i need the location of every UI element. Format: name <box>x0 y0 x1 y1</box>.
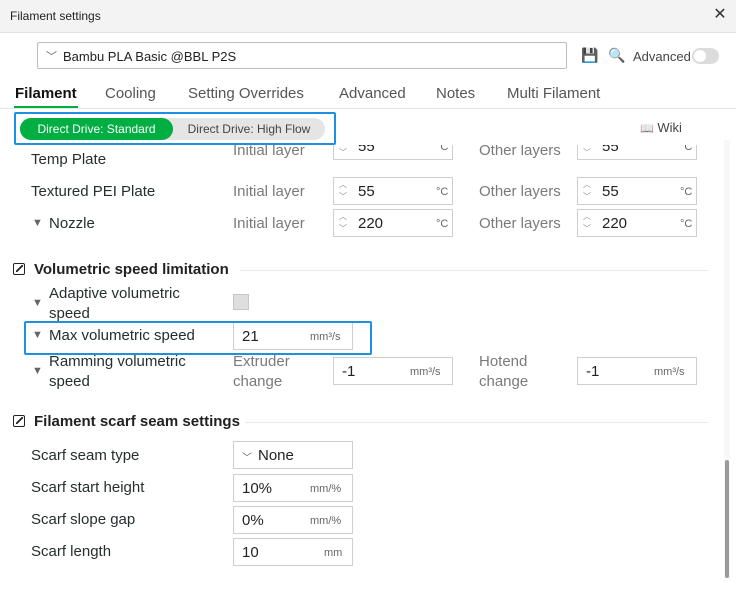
unit: °C <box>436 145 449 153</box>
temp-rows: Temp Plate Initial layer ﹀ 55 °C Other l… <box>0 145 720 240</box>
highlight-box-variant <box>14 112 336 145</box>
hotend-change-label-1: Hotend <box>479 353 528 370</box>
scrollbar-thumb[interactable] <box>725 460 729 578</box>
unit: mm/% <box>310 483 342 495</box>
toggle-knob <box>694 50 706 62</box>
nozzle-initial-input[interactable]: ︿ ﹀ 220 °C <box>333 209 453 237</box>
value: -1 <box>342 363 356 380</box>
spinner-icon: ︿ ﹀ <box>583 212 591 233</box>
nozzle-label: Nozzle <box>49 215 95 232</box>
scarf-seam-type-label: Scarf seam type <box>31 447 140 464</box>
preset-name: Bambu PLA Basic @BBL P2S <box>63 49 237 64</box>
tab-setting-overrides[interactable]: Setting Overrides <box>188 85 304 102</box>
temp-plate-label: Temp Plate <box>31 151 107 168</box>
unit: mm <box>324 547 343 559</box>
value: 55 <box>358 183 375 200</box>
advanced-label: Advanced <box>633 49 691 64</box>
scarf-start-height-input[interactable]: 10% mm/% <box>233 474 353 502</box>
tab-advanced[interactable]: Advanced <box>339 85 406 102</box>
scarf-length-input[interactable]: 10 mm <box>233 538 353 566</box>
value: 55 <box>602 183 619 200</box>
section-divider <box>245 422 708 423</box>
nozzle-other-input[interactable]: ︿ ﹀ 220 °C <box>577 209 697 237</box>
unit: °C <box>680 218 693 230</box>
unit: mm³/s <box>410 366 441 378</box>
adaptive-volumetric-label-1: Adaptive volumetric <box>49 285 180 302</box>
close-icon[interactable]: ✕ <box>710 5 730 25</box>
wiki-label: Wiki <box>657 120 682 135</box>
value: 220 <box>602 215 628 232</box>
tab-multi-filament[interactable]: Multi Filament <box>507 85 600 102</box>
spin-down-icon: ﹀ <box>339 148 347 157</box>
unit: °C <box>436 186 449 198</box>
advanced-toggle[interactable] <box>692 48 719 64</box>
temp-plate-other-input[interactable]: ﹀ 55 °C <box>577 145 697 160</box>
nozzle-icon: ▼ <box>32 365 43 377</box>
temp-plate-initial-input[interactable]: ﹀ 55 °C <box>333 145 453 160</box>
initial-layer-label: Initial layer <box>233 215 305 232</box>
scarf-seam-type-dropdown[interactable]: ﹀ None <box>233 441 353 469</box>
value: 220 <box>358 215 384 232</box>
value: None <box>258 447 294 464</box>
ramming-label-2: speed <box>49 373 90 390</box>
section-divider <box>240 270 708 271</box>
value: -1 <box>586 363 600 380</box>
spinner-icon: ︿ ﹀ <box>583 180 591 201</box>
spin-down-icon: ﹀ <box>583 148 591 157</box>
other-layers-label: Other layers <box>479 215 561 232</box>
scarf-slope-gap-input[interactable]: 0% mm/% <box>233 506 353 534</box>
nozzle-icon: ▼ <box>32 297 43 309</box>
initial-layer-label: Initial layer <box>233 183 305 200</box>
unit: mm/% <box>310 515 342 527</box>
chevron-down-icon: ﹀ <box>46 51 57 63</box>
spinner-icon: ︿ ﹀ <box>339 212 347 233</box>
extruder-change-label-1: Extruder <box>233 353 290 370</box>
volumetric-section-title: Volumetric speed limitation <box>34 261 229 278</box>
ramming-label-1: Ramming volumetric <box>49 353 186 370</box>
other-layers-label: Other layers <box>479 183 561 200</box>
textured-pei-other-input[interactable]: ︿ ﹀ 55 °C <box>577 177 697 205</box>
adaptive-volumetric-checkbox[interactable] <box>233 294 249 310</box>
extruder-change-label-2: change <box>233 373 283 390</box>
window-title: Filament settings <box>10 9 101 23</box>
chevron-down-icon: ﹀ <box>242 453 252 464</box>
initial-layer-label: Initial layer <box>233 145 305 159</box>
search-icon[interactable]: 🔍 <box>608 47 625 64</box>
scarf-slope-gap-label: Scarf slope gap <box>31 511 136 528</box>
title-bar: Filament settings ✕ <box>0 0 736 33</box>
unit: mm³/s <box>654 366 685 378</box>
scarf-length-label: Scarf length <box>31 543 112 560</box>
value: 0% <box>242 512 264 529</box>
tab-filament[interactable]: Filament <box>15 85 77 102</box>
unit: °C <box>680 186 693 198</box>
value: 55 <box>602 145 619 155</box>
extruder-change-input[interactable]: -1 mm³/s <box>333 357 453 385</box>
scarf-section-title: Filament scarf seam settings <box>34 413 240 430</box>
nozzle-icon: ▼ <box>32 217 43 229</box>
value: 55 <box>358 145 375 155</box>
section-icon <box>13 415 25 427</box>
filament-preset-dropdown[interactable]: ﹀ Bambu PLA Basic @BBL P2S <box>37 42 567 69</box>
tab-cooling[interactable]: Cooling <box>105 85 156 102</box>
unit: °C <box>436 218 449 230</box>
highlight-box-max-speed <box>24 321 372 355</box>
save-icon[interactable]: 💾 <box>581 47 598 64</box>
tab-separator <box>0 108 736 109</box>
spinner-icon: ︿ ﹀ <box>339 180 347 201</box>
other-layers-label: Other layers <box>479 145 561 159</box>
hotend-change-label-2: change <box>479 373 529 390</box>
hotend-change-input[interactable]: -1 mm³/s <box>577 357 697 385</box>
tab-notes[interactable]: Notes <box>436 85 475 102</box>
textured-pei-label: Textured PEI Plate <box>31 183 156 200</box>
textured-pei-initial-input[interactable]: ︿ ﹀ 55 °C <box>333 177 453 205</box>
book-icon: 📖 <box>640 123 654 135</box>
adaptive-volumetric-label-2: speed <box>49 305 90 322</box>
value: 10 <box>242 544 259 561</box>
scarf-start-height-label: Scarf start height <box>31 479 145 496</box>
section-icon <box>13 263 25 275</box>
unit: °C <box>680 145 693 153</box>
wiki-link[interactable]: 📖 Wiki <box>640 120 682 135</box>
value: 10% <box>242 480 273 497</box>
